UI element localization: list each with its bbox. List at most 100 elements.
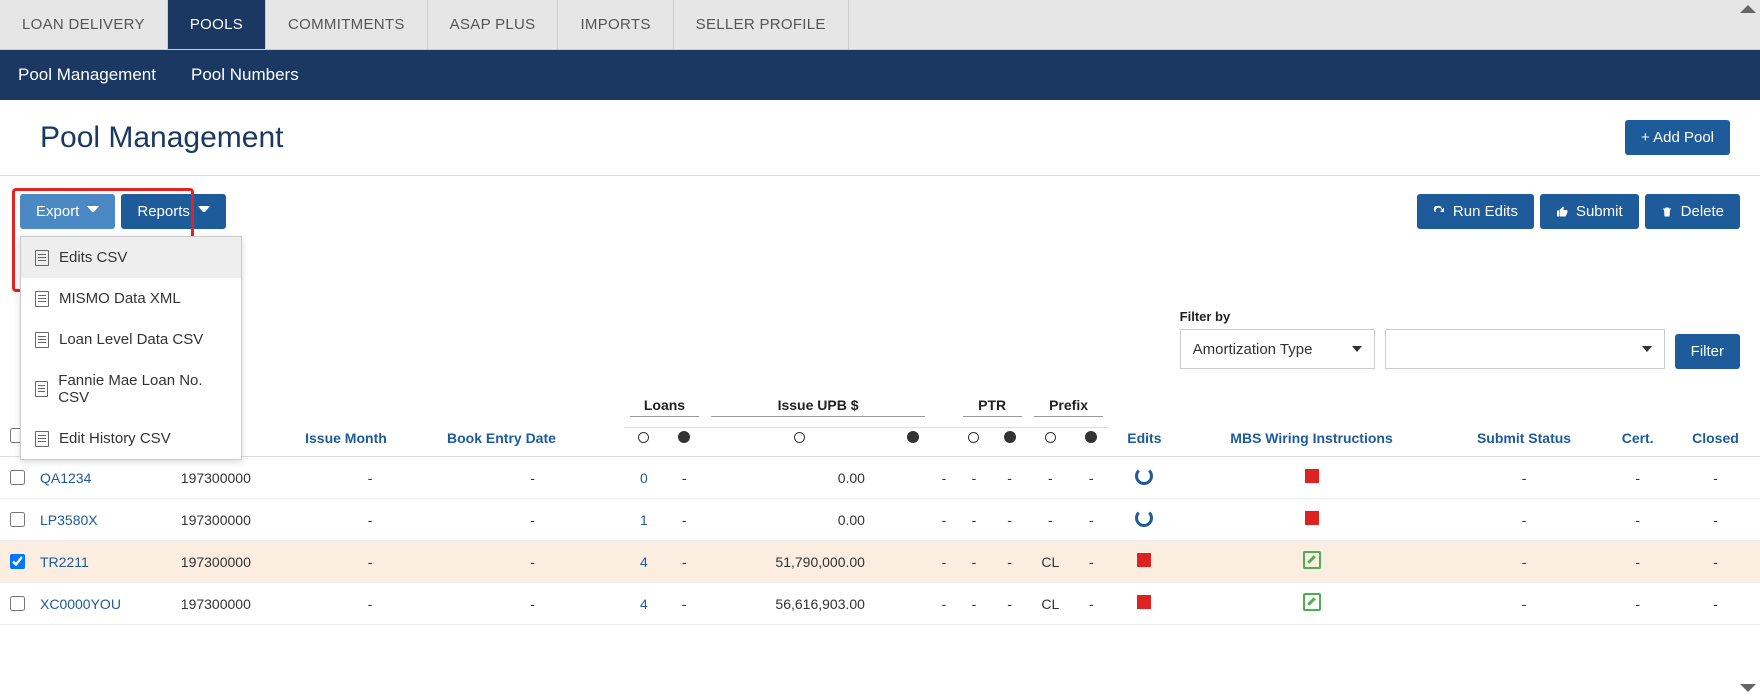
trash-icon: [1661, 206, 1673, 218]
cell-prefix-open: -: [1028, 499, 1073, 541]
row-checkbox[interactable]: [10, 512, 25, 527]
pending-icon: [1135, 509, 1153, 527]
cell-number: 197300000: [175, 583, 299, 625]
nav-asap-plus[interactable]: ASAP PLUS: [428, 0, 559, 49]
nav-loan-delivery[interactable]: LOAN DELIVERY: [0, 0, 168, 49]
edit-icon[interactable]: [1303, 593, 1321, 611]
thumbs-up-icon: [1556, 206, 1568, 218]
row-checkbox[interactable]: [10, 596, 25, 611]
cell-closed: -: [1671, 457, 1760, 499]
cell-ptr-open: -: [957, 541, 992, 583]
col-book-entry[interactable]: Book Entry Date: [441, 387, 624, 457]
caret-down-icon: [1352, 346, 1362, 352]
edit-icon[interactable]: [1303, 551, 1321, 569]
run-edits-button[interactable]: Run Edits: [1417, 194, 1534, 229]
export-button[interactable]: Export: [20, 194, 115, 229]
cell-issue-month: -: [299, 583, 441, 625]
col-edits[interactable]: Edits: [1109, 387, 1179, 457]
open-circle-icon: [794, 432, 805, 443]
table-row: TR2211197300000--4-51,790,000.00---CL---…: [0, 541, 1760, 583]
col-closed[interactable]: Closed: [1671, 387, 1760, 457]
pool-link[interactable]: LP3580X: [40, 512, 98, 528]
reports-button[interactable]: Reports: [121, 194, 226, 229]
subnav-pool-management[interactable]: Pool Management: [18, 65, 156, 85]
top-nav: LOAN DELIVERY POOLS COMMITMENTS ASAP PLU…: [0, 0, 1760, 50]
row-checkbox[interactable]: [10, 554, 25, 569]
cell-number: 197300000: [175, 457, 299, 499]
caret-down-icon: [198, 206, 210, 218]
filter-row: Filter by Amortization Type Filter: [0, 229, 1760, 379]
cell-upb-final: [895, 583, 931, 625]
filter-button[interactable]: Filter: [1675, 334, 1740, 369]
cell-upb-final: [895, 457, 931, 499]
error-icon: [1137, 553, 1151, 567]
pools-table: No. No. Issue Month Book Entry Date Loan…: [0, 387, 1760, 625]
filter-by-label: Filter by: [1180, 309, 1375, 324]
cell-closed: -: [1671, 541, 1760, 583]
button-label: Submit: [1576, 203, 1623, 220]
col-submit-status[interactable]: Submit Status: [1444, 387, 1605, 457]
col-label: Loans: [630, 397, 699, 417]
cell-edits: [1109, 457, 1179, 499]
cell-book-entry: -: [441, 457, 624, 499]
nav-pools[interactable]: POOLS: [168, 0, 266, 49]
cell-mbs: [1179, 499, 1443, 541]
col-cert[interactable]: Cert.: [1604, 387, 1671, 457]
pool-link[interactable]: TR2211: [40, 554, 89, 570]
filled-circle-icon: [1004, 431, 1016, 443]
pool-link[interactable]: QA1234: [40, 470, 91, 486]
nav-commitments[interactable]: COMMITMENTS: [266, 0, 428, 49]
loans-open-link[interactable]: 0: [640, 470, 648, 486]
cell-loans-final: -: [664, 457, 705, 499]
sub-nav: Pool Management Pool Numbers: [0, 50, 1760, 100]
file-icon: [35, 332, 49, 348]
cell-book-entry: -: [441, 583, 624, 625]
filter-value-select[interactable]: [1385, 329, 1665, 369]
cell-upb-final: [895, 499, 931, 541]
cell-closed: -: [1671, 499, 1760, 541]
button-label: Run Edits: [1453, 203, 1518, 220]
loans-open-link[interactable]: 4: [640, 554, 648, 570]
pending-icon: [1135, 467, 1153, 485]
cell-upb-final: [895, 541, 931, 583]
scroll-up-icon[interactable]: [1740, 0, 1756, 16]
row-checkbox[interactable]: [10, 470, 25, 485]
filter-group: Filter by Amortization Type: [1180, 309, 1375, 369]
cell-ptr-open: -: [957, 457, 992, 499]
export-mismo-xml[interactable]: MISMO Data XML: [21, 278, 241, 319]
cell-cert: -: [1604, 583, 1671, 625]
cell-loans-final: -: [664, 541, 705, 583]
cell-prefix-open: CL: [1028, 583, 1073, 625]
submit-button[interactable]: Submit: [1540, 194, 1639, 229]
export-loan-level-csv[interactable]: Loan Level Data CSV: [21, 319, 241, 360]
cell-book-entry: -: [441, 499, 624, 541]
col-label: Prefix: [1034, 397, 1104, 417]
dropdown-item-label: Loan Level Data CSV: [59, 331, 203, 348]
filter-amortization-type-select[interactable]: Amortization Type: [1180, 329, 1375, 369]
export-edits-csv[interactable]: Edits CSV: [21, 237, 241, 278]
loans-open-link[interactable]: 1: [640, 512, 648, 528]
cell-submit: -: [1444, 457, 1605, 499]
refresh-icon: [1433, 206, 1445, 218]
export-fannie-mae-csv[interactable]: Fannie Mae Loan No. CSV: [21, 360, 241, 418]
add-pool-button[interactable]: + Add Pool: [1625, 120, 1730, 155]
cell-prefix-final: -: [1073, 541, 1109, 583]
nav-seller-profile[interactable]: SELLER PROFILE: [674, 0, 849, 49]
loans-open-link[interactable]: 4: [640, 596, 648, 612]
col-mbs[interactable]: MBS Wiring Instructions: [1179, 387, 1443, 457]
export-edit-history-csv[interactable]: Edit History CSV: [21, 418, 241, 459]
table-row: LP3580X197300000--1-0.00--------: [0, 499, 1760, 541]
delete-button[interactable]: Delete: [1645, 194, 1740, 229]
pool-link[interactable]: XC0000YOU: [40, 596, 121, 612]
toolbar-right: Run Edits Submit Delete: [1417, 194, 1740, 229]
export-button-label: Export: [36, 203, 79, 220]
subnav-pool-numbers[interactable]: Pool Numbers: [191, 65, 299, 85]
open-circle-icon: [1045, 432, 1056, 443]
error-icon: [1305, 469, 1319, 483]
nav-imports[interactable]: IMPORTS: [558, 0, 673, 49]
col-issue-month[interactable]: Issue Month: [299, 387, 441, 457]
cell-ptr-final: -: [991, 583, 1027, 625]
cell-issue-month: -: [299, 499, 441, 541]
col-ptr: PTR: [957, 387, 1028, 428]
scroll-down-icon[interactable]: [1740, 679, 1756, 695]
